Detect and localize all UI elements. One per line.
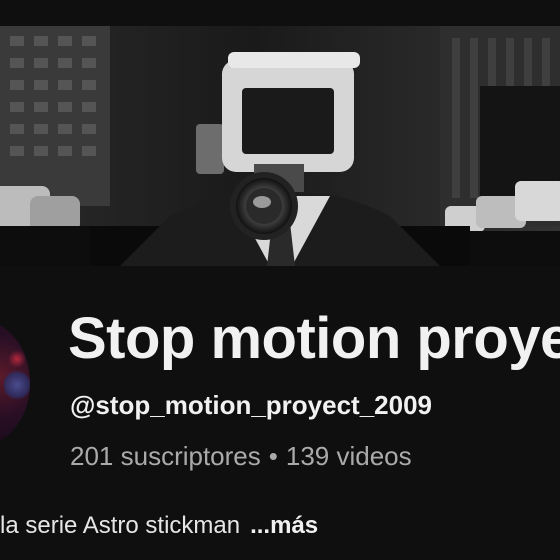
channel-title: Stop motion proyect [68, 306, 560, 371]
channel-description[interactable]: la serie Astro stickman ...más [0, 510, 560, 542]
subscriber-count: 201 suscriptores [70, 441, 261, 471]
channel-stats: 201 suscriptores • 139 videos [70, 440, 412, 472]
video-count: 139 videos [285, 441, 412, 471]
more-link[interactable]: ...más [250, 512, 318, 539]
avatar-highlight-red [8, 350, 26, 368]
description-text: la serie Astro stickman [0, 512, 241, 539]
stats-separator: • [268, 441, 278, 471]
cameraman-banner-image [0, 26, 560, 266]
channel-banner[interactable] [0, 26, 560, 266]
avatar-highlight [4, 370, 30, 400]
channel-avatar[interactable] [0, 320, 30, 446]
top-strip [0, 0, 560, 26]
channel-handle: @stop_motion_proyect_2009 [70, 390, 433, 420]
channel-page: Stop motion proyect @stop_motion_proyect… [0, 0, 560, 560]
